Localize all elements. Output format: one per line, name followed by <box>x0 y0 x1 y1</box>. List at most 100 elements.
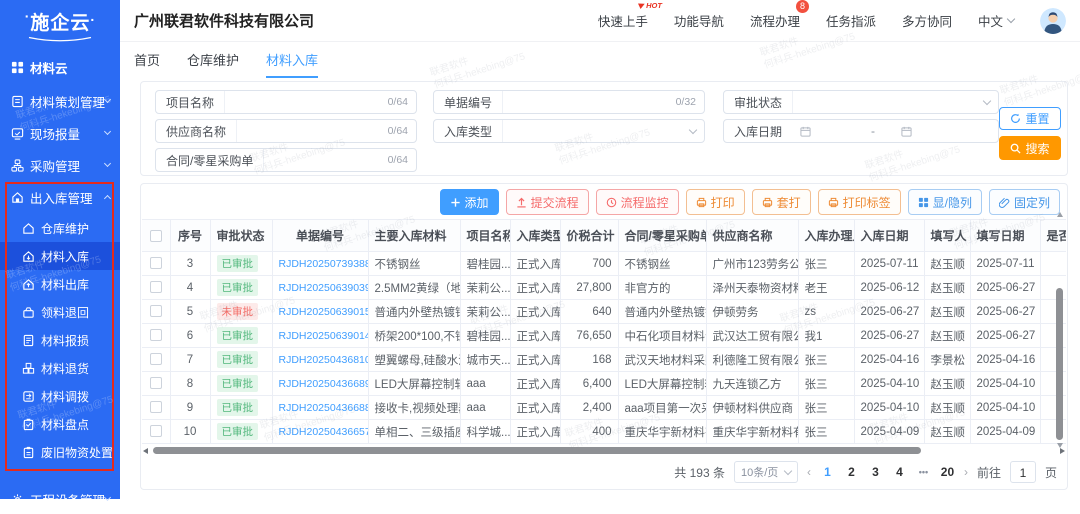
tab-home[interactable]: 首页 <box>134 50 160 78</box>
select-all-checkbox[interactable] <box>149 230 162 243</box>
col-fill-date[interactable]: 填写日期 <box>969 219 1041 252</box>
page-ellipsis[interactable]: ••• <box>916 467 931 477</box>
sidebar-item-label: 工程设备管理 <box>30 493 106 508</box>
sidebar-subitem-material-return[interactable]: 材料退货 <box>0 354 120 382</box>
col-filler[interactable]: 填写人 <box>923 219 971 252</box>
col-supplier[interactable]: 供应商名称 <box>705 219 799 252</box>
sidebar-subitem-scrap-disposal[interactable]: 废旧物资处置 <box>0 438 120 466</box>
doc-link[interactable]: RJDH20250639015 <box>279 306 368 318</box>
reset-button[interactable]: 重置 <box>999 107 1061 130</box>
submit-process-button[interactable]: 提交流程 <box>505 189 589 215</box>
avatar[interactable] <box>1040 7 1066 34</box>
page-number[interactable]: 4 <box>892 465 907 479</box>
goto-page-input[interactable]: 1 <box>1009 461 1036 483</box>
doc-link[interactable]: RJDH20250739388 <box>279 258 368 270</box>
page-number[interactable]: 2 <box>844 465 859 479</box>
col-doc-no[interactable]: 单据编号 <box>271 219 369 252</box>
col-status[interactable]: 审批状态 <box>209 219 273 252</box>
batch-print-button[interactable]: 套打 <box>751 189 811 215</box>
table-row[interactable]: 6 已审批 RJDH20250639014 桥架200*100,不锈... 碧桂… <box>142 323 1066 348</box>
col-type[interactable]: 入库类型 <box>509 219 561 252</box>
vertical-scrollbar[interactable] <box>1056 212 1064 448</box>
cell-filler: 赵玉顺 <box>923 299 971 324</box>
prev-page-button[interactable]: ‹ <box>807 465 811 479</box>
next-page-button[interactable]: › <box>964 465 968 479</box>
table-row[interactable]: 3 已审批 RJDH20250739388 不锈钢丝 碧桂园... 正式入库 7… <box>142 251 1066 276</box>
row-checkbox[interactable] <box>149 281 162 294</box>
inbound-type-select[interactable]: 入库类型 <box>433 119 705 143</box>
language-selector[interactable]: 中文 <box>978 11 1016 30</box>
sidebar-item-procurement[interactable]: 采购管理 <box>0 150 120 180</box>
row-checkbox[interactable] <box>149 305 162 318</box>
col-material[interactable]: 主要入库材料 <box>367 219 461 252</box>
nav-task-assign[interactable]: 任务指派 <box>826 11 876 30</box>
sidebar-subitem-material-outbound[interactable]: 材料出库 <box>0 270 120 298</box>
row-checkbox[interactable] <box>149 257 162 270</box>
scroll-up-arrow-icon[interactable] <box>1057 212 1063 217</box>
horizontal-scroll-thumb[interactable] <box>153 447 921 454</box>
sidebar-subitem-material-damage[interactable]: 材料报损 <box>0 326 120 354</box>
doc-link[interactable]: RJDH20250639039 <box>279 282 368 294</box>
process-monitor-button[interactable]: 流程监控 <box>595 189 679 215</box>
table-row[interactable]: 8 已审批 RJDH20250436689 LED大屏幕控制软件,... aaa… <box>142 371 1066 396</box>
doc-link[interactable]: RJDH20250436657 <box>279 426 368 438</box>
show-hide-columns-button[interactable]: 显/隐列 <box>907 189 982 215</box>
page-size-select[interactable]: 10条/页 <box>733 461 798 483</box>
row-checkbox[interactable] <box>149 425 162 438</box>
sidebar-item-material-planning[interactable]: 材料策划管理 <box>0 86 120 116</box>
sidebar-subitem-material-inbound[interactable]: 材料入库 <box>0 242 120 270</box>
supplier-name-field[interactable]: 供应商名称 0/64 <box>155 119 417 143</box>
add-button[interactable]: 添加 <box>439 189 499 215</box>
row-checkbox[interactable] <box>149 377 162 390</box>
nav-process-handle[interactable]: 8 流程办理 <box>750 0 809 30</box>
scroll-left-arrow-icon[interactable] <box>143 448 148 454</box>
nav-multi-collab[interactable]: 多方协同 <box>902 11 952 30</box>
page-number-last[interactable]: 20 <box>940 465 955 479</box>
col-seq[interactable]: 序号 <box>169 219 211 252</box>
col-amount[interactable]: 价税合计 <box>559 219 619 252</box>
doc-link[interactable]: RJDH20250436810 <box>279 354 368 366</box>
col-contract[interactable]: 合同/零星采购单 <box>617 219 707 252</box>
row-checkbox[interactable] <box>149 353 162 366</box>
page-number[interactable]: 1 <box>820 465 835 479</box>
print-button[interactable]: 打印 <box>685 189 745 215</box>
nav-function-guide[interactable]: 功能导航 <box>674 11 724 30</box>
table-row[interactable]: 7 已审批 RJDH20250436810 塑翼螺母,硅酸水泥 城市天... 正… <box>142 347 1066 372</box>
doc-link[interactable]: RJDH20250436688 <box>279 402 368 414</box>
table-row[interactable]: 4 已审批 RJDH20250639039 2.5MM2黄绿（地）,... 茉莉… <box>142 275 1066 300</box>
doc-link[interactable]: RJDH20250639014 <box>279 330 368 342</box>
sidebar-subitem-material-transfer[interactable]: 材料调拨 <box>0 382 120 410</box>
page-number[interactable]: 3 <box>868 465 883 479</box>
table-row[interactable]: 9 已审批 RJDH20250436688 接收卡,视频处理器,L... aaa… <box>142 395 1066 420</box>
col-project[interactable]: 项目名称 <box>459 219 511 252</box>
row-checkbox[interactable] <box>149 401 162 414</box>
search-button[interactable]: 搜索 <box>999 136 1061 160</box>
contract-field[interactable]: 合同/零星采购单 0/64 <box>155 148 417 172</box>
sidebar-item-material-cloud[interactable]: 材料云 <box>0 52 120 82</box>
sidebar-item-equipment[interactable]: 工程设备管理 <box>0 484 120 514</box>
fix-columns-button[interactable]: 固定列 <box>988 189 1060 215</box>
sidebar-item-in-out-management[interactable]: 出入库管理 <box>0 182 120 212</box>
sidebar-subitem-material-stocktake[interactable]: 材料盘点 <box>0 410 120 438</box>
nav-quick-start[interactable]: HOT 快速上手 <box>598 1 662 30</box>
doc-link[interactable]: RJDH20250436689 <box>279 378 368 390</box>
doc-no-field[interactable]: 单据编号 0/32 <box>433 90 705 114</box>
sidebar-subitem-warehouse-maintain[interactable]: 仓库维护 <box>0 214 120 242</box>
table-row[interactable]: 10 已审批 RJDH20250436657 单相二、三级插座 科学城... 正… <box>142 419 1066 444</box>
sidebar-item-site-measure[interactable]: 现场报量 <box>0 118 120 148</box>
table-row[interactable]: 5 未审批 RJDH20250639015 普通内外壁热镀锌钢... 茉莉公..… <box>142 299 1066 324</box>
horizontal-scrollbar[interactable] <box>143 447 1065 455</box>
scroll-down-arrow-icon[interactable] <box>1057 443 1063 448</box>
col-in-date[interactable]: 入库日期 <box>853 219 925 252</box>
tab-material-inbound[interactable]: 材料入库 <box>266 50 319 78</box>
col-handler[interactable]: 入库办理人 <box>797 219 855 252</box>
sidebar-subitem-pick-return[interactable]: 领料退回 <box>0 298 120 326</box>
project-name-field[interactable]: 项目名称 0/64 <box>155 90 417 114</box>
tab-warehouse-maintain[interactable]: 仓库维护 <box>187 50 239 78</box>
vertical-scroll-thumb[interactable] <box>1056 288 1063 440</box>
approval-status-select[interactable]: 审批状态 <box>723 90 999 114</box>
inbound-date-range[interactable]: 入库日期 - <box>723 119 999 143</box>
row-checkbox[interactable] <box>149 329 162 342</box>
scroll-right-arrow-icon[interactable] <box>1060 448 1065 454</box>
print-label-button[interactable]: 打印标签 <box>817 189 901 215</box>
